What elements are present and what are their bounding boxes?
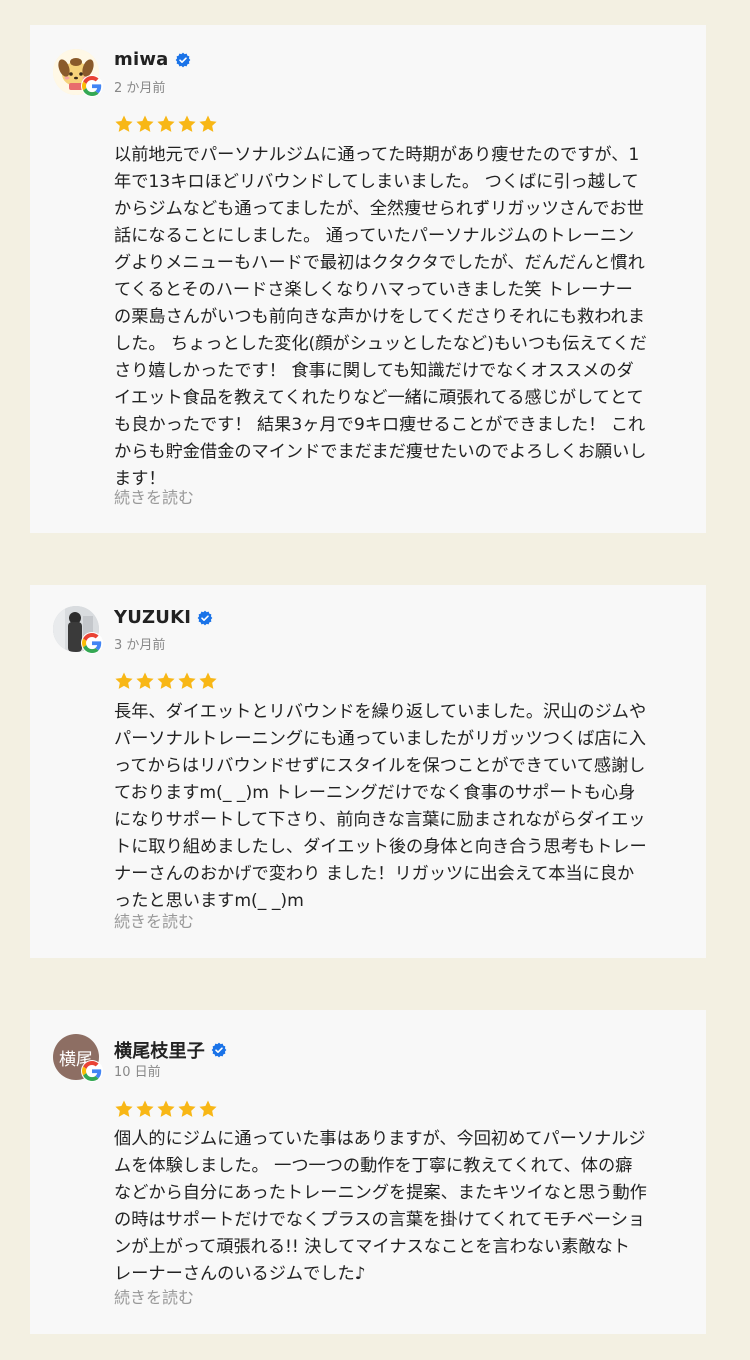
star-icon: [157, 672, 175, 689]
star-icon: [157, 1100, 175, 1117]
star-icon: [199, 115, 217, 132]
star-icon: [157, 115, 175, 132]
star-icon: [136, 1100, 154, 1117]
star-icon: [178, 672, 196, 689]
read-more-link[interactable]: 続きを読む: [114, 1284, 194, 1308]
reviewer-name[interactable]: 横尾枝里子: [114, 1037, 205, 1063]
review-card: YUZUKI 3 か月前 長年、ダイエットとリバウンドを繰り返していました。沢山…: [30, 585, 706, 958]
verified-badge-icon: [211, 1042, 227, 1058]
reviewer-name[interactable]: YUZUKI: [114, 607, 191, 628]
review-text: 長年、ダイエットとリバウンドを繰り返していました。沢山のジムや パーソナルトレー…: [114, 702, 647, 911]
star-rating: [114, 114, 218, 134]
reviewer-name[interactable]: miwa: [114, 49, 169, 70]
review-date: 3 か月前: [114, 638, 166, 653]
verified-badge-icon: [197, 610, 213, 625]
read-more-link[interactable]: 続きを読む: [114, 908, 194, 932]
avatar[interactable]: 横尾: [53, 1034, 103, 1082]
star-icon: [136, 672, 154, 689]
google-g-icon: [81, 1060, 103, 1082]
read-more-link[interactable]: 続きを読む: [114, 484, 194, 508]
star-icon: [115, 672, 133, 689]
verified-badge-icon: [175, 52, 190, 67]
star-icon: [199, 672, 217, 689]
star-icon: [115, 115, 133, 132]
review-text: 個人的にジムに通っていた事はありますが、今回初めてパーソナルジ ムを体験しました…: [114, 1129, 647, 1284]
star-icon: [178, 115, 196, 132]
review-date: 2 か月前: [114, 81, 166, 96]
avatar[interactable]: [53, 49, 103, 97]
star-rating: [114, 1099, 218, 1119]
star-icon: [115, 1100, 133, 1117]
star-icon: [136, 115, 154, 132]
google-g-icon: [81, 75, 103, 97]
google-g-icon: [81, 632, 103, 654]
review-card: 横尾 横尾枝里子 10 日前 個人的にジムに通っていた事はありますが、今回初めて…: [30, 1010, 706, 1334]
star-icon: [178, 1100, 196, 1117]
review-date: 10 日前: [114, 1065, 161, 1080]
star-rating: [114, 671, 218, 691]
avatar[interactable]: [53, 606, 103, 654]
star-icon: [199, 1100, 217, 1117]
review-card: miwa 2 か月前 以前地元でパーソナルジムに通ってた時期があり痩せたのですが…: [30, 25, 706, 533]
review-text: 以前地元でパーソナルジムに通ってた時期があり痩せたのですが、1 年で13キロほど…: [114, 145, 647, 489]
